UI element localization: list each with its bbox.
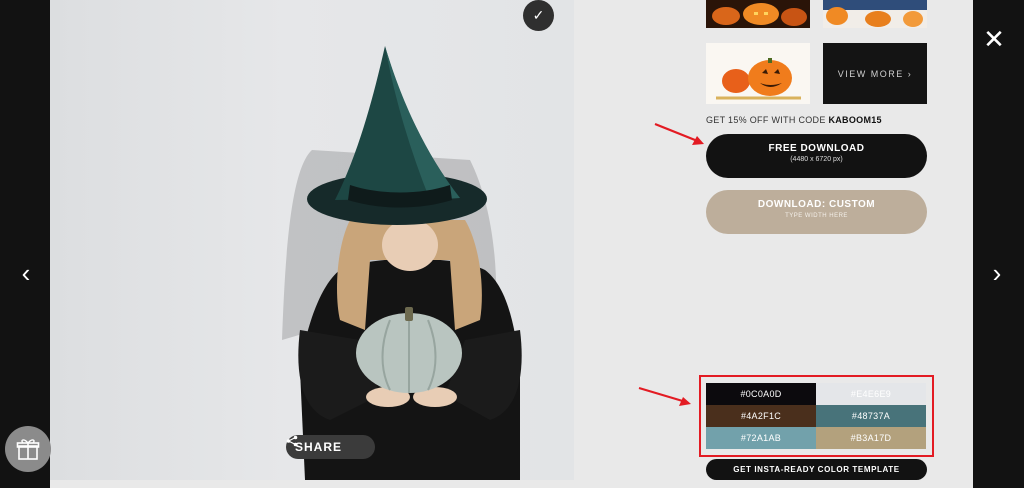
next-arrow-icon[interactable]: ›: [985, 258, 1009, 288]
swatch-hex-label: #E4E6E9: [850, 389, 892, 399]
swatch-hex-label: #48737A: [851, 411, 891, 421]
promo-prefix: GET 15% OFF WITH CODE: [706, 115, 829, 125]
check-icon[interactable]: ✓: [523, 0, 554, 31]
free-download-button[interactable]: FREE DOWNLOAD (4480 x 6720 px): [706, 134, 927, 178]
custom-download-label: DOWNLOAD: CUSTOM: [757, 199, 876, 210]
swatch-6[interactable]: #B3A17D: [816, 427, 926, 449]
annotation-arrow-icon: [654, 122, 704, 145]
related-thumb-2[interactable]: [823, 0, 927, 28]
free-download-size: (4480 x 6720 px): [790, 156, 843, 163]
share-icon: [286, 435, 298, 447]
swatch-hex-label: #72A1AB: [740, 433, 782, 443]
main-photo[interactable]: SHARE: [50, 0, 574, 480]
close-icon[interactable]: ✕: [982, 24, 1006, 54]
promo-code: KABOOM15: [828, 115, 882, 125]
custom-download-button[interactable]: DOWNLOAD: CUSTOM TYPE WIDTH HERE: [706, 190, 927, 234]
promo-text: GET 15% OFF WITH CODE KABOOM15: [706, 115, 882, 125]
swatch-hex-label: #4A2F1C: [740, 411, 782, 421]
custom-width-hint[interactable]: TYPE WIDTH HERE: [706, 213, 927, 219]
witch-photo-illustration: [282, 46, 522, 480]
swatch-hex-label: #B3A17D: [850, 433, 892, 443]
swatch-3[interactable]: #4A2F1C: [706, 405, 816, 427]
annotation-arrow-icon: [638, 386, 691, 406]
related-thumb-3[interactable]: [706, 43, 810, 104]
gift-icon[interactable]: [5, 426, 51, 472]
view-more-button[interactable]: VIEW MORE ›: [823, 43, 927, 104]
swatch-5[interactable]: #72A1AB: [706, 427, 816, 449]
insta-template-button[interactable]: GET INSTA-READY COLOR TEMPLATE: [706, 459, 927, 480]
swatch-2[interactable]: #E4E6E9: [816, 383, 926, 405]
share-label: SHARE: [295, 440, 343, 454]
prev-arrow-icon[interactable]: ‹: [14, 258, 38, 288]
related-thumb-1[interactable]: [706, 0, 810, 28]
free-download-label: FREE DOWNLOAD: [768, 143, 865, 154]
swatch-hex-label: #0C0A0D: [740, 389, 782, 399]
swatch-1[interactable]: #0C0A0D: [706, 383, 816, 405]
share-button[interactable]: SHARE: [286, 435, 375, 459]
swatch-4[interactable]: #48737A: [816, 405, 926, 427]
